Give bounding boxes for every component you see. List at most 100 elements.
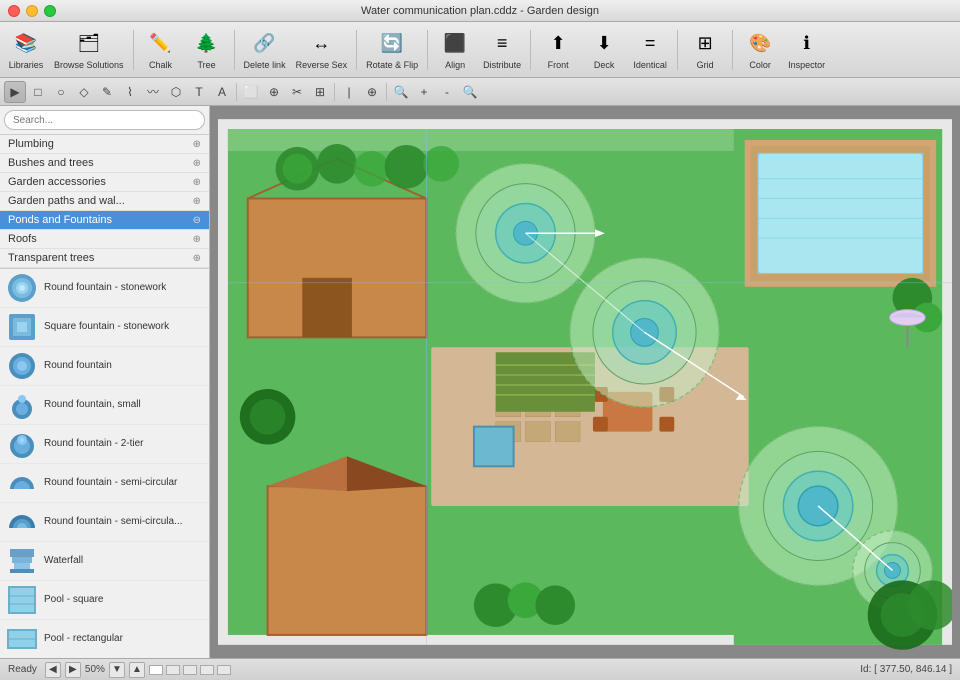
page-5[interactable] — [217, 665, 231, 675]
tool-cut[interactable]: ✂ — [286, 81, 308, 103]
page-1[interactable] — [149, 665, 163, 675]
zoom-nav-next[interactable]: ▶ — [65, 662, 81, 678]
tool-select[interactable]: ▶ — [4, 81, 26, 103]
tool-add[interactable]: ⊕ — [263, 81, 285, 103]
align-label: Align — [445, 60, 465, 70]
title-bar: Water communication plan.cddz - Garden d… — [0, 0, 960, 22]
toolbar-front[interactable]: ⬆ Front — [536, 25, 580, 75]
toolbar-browse[interactable]: 🗂 Browse Solutions — [50, 25, 128, 75]
sidebar-cat-trees[interactable]: Transparent trees ⊕ — [0, 249, 209, 268]
tool-zoom-fit[interactable]: 🔍 — [459, 81, 481, 103]
toolbar-color[interactable]: 🎨 Color — [738, 25, 782, 75]
cat-accessories-label: Garden accessories — [8, 176, 106, 188]
toolbar-distribute[interactable]: ≡ Distribute — [479, 25, 525, 75]
sidebar-item-8[interactable]: Pool - square — [0, 581, 209, 620]
minimize-button[interactable] — [26, 5, 38, 17]
tool-line[interactable]: ⌇ — [119, 81, 141, 103]
tool-grid2[interactable]: ⊞ — [309, 81, 331, 103]
sidebar-item-0[interactable]: Round fountain - stonework — [0, 269, 209, 308]
sidebar-cat-paths[interactable]: Garden paths and wal... ⊕ — [0, 192, 209, 211]
tool-zoom-out[interactable]: - — [436, 81, 458, 103]
zoom-level: 50% — [85, 664, 105, 675]
sidebar-item-5[interactable]: Round fountain - semi-circular — [0, 464, 209, 503]
sidebar-categories: Plumbing ⊕ Bushes and trees ⊕ Garden acc… — [0, 135, 209, 269]
sidebar-cat-bushes[interactable]: Bushes and trees ⊕ — [0, 154, 209, 173]
sidebar-cat-roofs[interactable]: Roofs ⊕ — [0, 230, 209, 249]
toolbar-libraries[interactable]: 📚 Libraries — [4, 25, 48, 75]
page-3[interactable] — [183, 665, 197, 675]
toolbar-sep-5 — [530, 30, 531, 70]
toolbar-sep-1 — [133, 30, 134, 70]
rotate-label: Rotate & Flip — [366, 60, 418, 70]
sidebar-item-label-9: Pool - rectangular — [44, 633, 123, 645]
zoom-increase[interactable]: ▲ — [129, 662, 145, 678]
sidebar-item-1[interactable]: Square fountain - stonework — [0, 308, 209, 347]
tool-pen[interactable]: ✎ — [96, 81, 118, 103]
toolbar-grid[interactable]: ⊞ Grid — [683, 25, 727, 75]
statusbar-left: Ready ◀ ▶ 50% ▼ ▲ — [8, 662, 231, 678]
sidebar-item-label-8: Pool - square — [44, 594, 103, 606]
sidebar-item-label-2: Round fountain — [44, 360, 112, 372]
sidebar-item-label-7: Waterfall — [44, 555, 83, 567]
tool-diamond[interactable]: ◇ — [73, 81, 95, 103]
cat-plumbing-label: Plumbing — [8, 138, 54, 150]
window-title: Water communication plan.cddz - Garden d… — [361, 5, 599, 17]
garden-canvas[interactable] — [218, 114, 952, 650]
toolbar-tree[interactable]: 🌲 Tree — [185, 25, 229, 75]
cat-trees-expand: ⊕ — [193, 253, 201, 264]
cat-roofs-label: Roofs — [8, 233, 37, 245]
toolbar-rotate[interactable]: 🔄 Rotate & Flip — [362, 25, 422, 75]
sidebar-search-area — [0, 106, 209, 135]
distribute-icon: ≡ — [488, 30, 516, 58]
color-icon: 🎨 — [746, 30, 774, 58]
tool-polygon[interactable]: ⬡ — [165, 81, 187, 103]
sidebar-item-2[interactable]: Round fountain — [0, 347, 209, 386]
sidebar-cat-accessories[interactable]: Garden accessories ⊕ — [0, 173, 209, 192]
sidebar-cat-plumbing[interactable]: Plumbing ⊕ — [0, 135, 209, 154]
page-4[interactable] — [200, 665, 214, 675]
toolbar-inspector[interactable]: ℹ Inspector — [784, 25, 829, 75]
sidebar-item-label-3: Round fountain, small — [44, 399, 141, 411]
page-indicator — [149, 665, 231, 675]
toolbar-deck[interactable]: ⬇ Deck — [582, 25, 626, 75]
tool-curve[interactable]: 〰 — [142, 81, 164, 103]
tool-connector[interactable]: | — [338, 81, 360, 103]
sidebar-item-9[interactable]: Pool - rectangular — [0, 620, 209, 658]
sidebar-items-list: Round fountain - stonework Square fountai… — [0, 269, 209, 658]
tool-text[interactable]: T — [188, 81, 210, 103]
toolbar-chalk[interactable]: ✏️ Chalk — [139, 25, 183, 75]
toolbar-reverse[interactable]: ↔ Reverse Sex — [292, 25, 352, 75]
sidebar-item-6[interactable]: Round fountain - semi-circula... — [0, 503, 209, 542]
toolbar2-sep-1 — [236, 83, 237, 101]
close-button[interactable] — [8, 5, 20, 17]
canvas-area[interactable] — [210, 106, 960, 658]
tool-zoom[interactable]: 🔍 — [390, 81, 412, 103]
tool-image[interactable]: ⬜ — [240, 81, 262, 103]
tool-zoom-in[interactable]: + — [413, 81, 435, 103]
sidebar-item-icon-1 — [6, 311, 38, 343]
tool-connection[interactable]: ⊕ — [361, 81, 383, 103]
toolbar-sep-6 — [677, 30, 678, 70]
tool-circle[interactable]: ○ — [50, 81, 72, 103]
tree-label: Tree — [197, 60, 215, 70]
sidebar-item-label-0: Round fountain - stonework — [44, 282, 166, 294]
toolbar-align[interactable]: ⬛ Align — [433, 25, 477, 75]
tool-rect[interactable]: □ — [27, 81, 49, 103]
fullscreen-button[interactable] — [44, 5, 56, 17]
sidebar-item-4[interactable]: Round fountain - 2-tier — [0, 425, 209, 464]
sidebar-item-3[interactable]: Round fountain, small — [0, 386, 209, 425]
tool-text2[interactable]: A — [211, 81, 233, 103]
search-input[interactable] — [4, 110, 205, 130]
zoom-decrease[interactable]: ▼ — [109, 662, 125, 678]
cat-ponds-expand: ⊖ — [193, 215, 201, 226]
toolbar-identical[interactable]: = Identical — [628, 25, 672, 75]
main-content: Plumbing ⊕ Bushes and trees ⊕ Garden acc… — [0, 106, 960, 658]
traffic-lights — [8, 5, 56, 17]
zoom-nav-prev[interactable]: ◀ — [45, 662, 61, 678]
toolbar-delete-link[interactable]: 🔗 Delete link — [240, 25, 290, 75]
sidebar-item-7[interactable]: Waterfall — [0, 542, 209, 581]
align-icon: ⬛ — [441, 30, 469, 58]
delete-link-label: Delete link — [244, 60, 286, 70]
sidebar-cat-ponds[interactable]: Ponds and Fountains ⊖ — [0, 211, 209, 230]
page-2[interactable] — [166, 665, 180, 675]
